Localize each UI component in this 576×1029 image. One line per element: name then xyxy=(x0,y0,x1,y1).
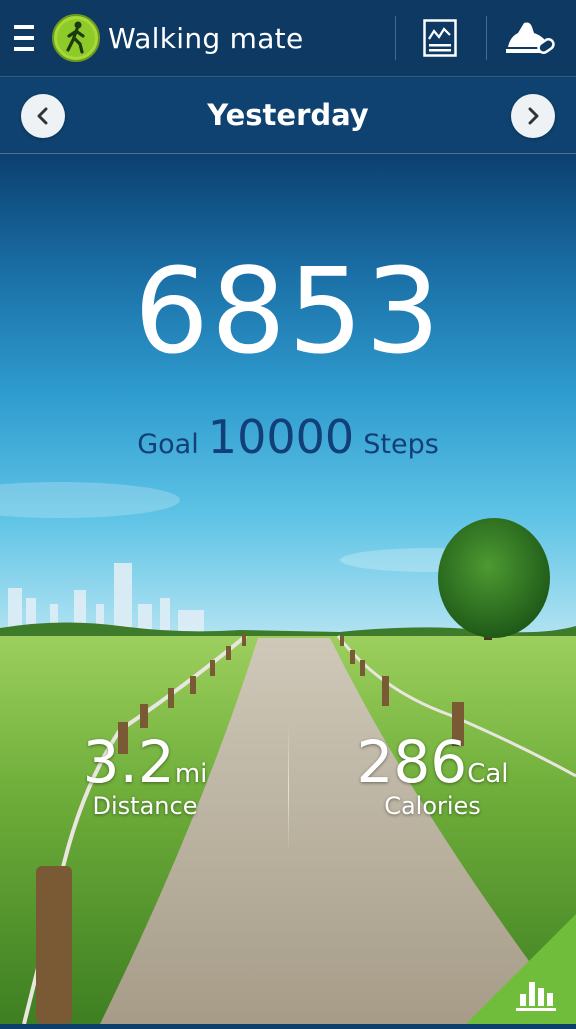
stats-divider xyxy=(288,724,289,854)
distance-stat: 3.2mi Distance xyxy=(60,728,230,820)
app-title: Walking mate xyxy=(108,22,304,55)
goal-suffix: Steps xyxy=(363,429,439,460)
toolbar-divider xyxy=(395,16,396,60)
step-count: 6853 xyxy=(133,242,443,380)
report-button[interactable] xyxy=(410,10,470,66)
goal-value: 10000 xyxy=(207,410,355,464)
date-navigator: Yesterday xyxy=(0,78,576,154)
chevron-right-icon xyxy=(528,107,539,125)
date-label: Yesterday xyxy=(207,98,369,132)
next-day-button[interactable] xyxy=(511,94,555,138)
hamburger-menu-icon[interactable] xyxy=(14,22,34,54)
statistics-button[interactable] xyxy=(466,914,576,1024)
calories-label: Calories xyxy=(384,792,481,820)
shoe-device-icon xyxy=(506,22,555,54)
calories-value: 286 xyxy=(356,728,468,796)
step-goal: Goal 10000 Steps xyxy=(0,410,576,464)
goal-prefix: Goal xyxy=(137,429,199,460)
accessory-button[interactable] xyxy=(500,10,560,66)
distance-unit: mi xyxy=(174,759,208,789)
calories-unit: Cal xyxy=(467,759,509,789)
walker-icon[interactable] xyxy=(52,14,100,62)
app-header: Walking mate xyxy=(0,0,576,77)
distance-label: Distance xyxy=(92,792,198,820)
distance-value: 3.2 xyxy=(82,728,175,796)
toolbar-divider xyxy=(486,16,487,60)
calories-stat: 286Cal Calories xyxy=(345,728,520,820)
chart-report-icon xyxy=(423,19,457,57)
